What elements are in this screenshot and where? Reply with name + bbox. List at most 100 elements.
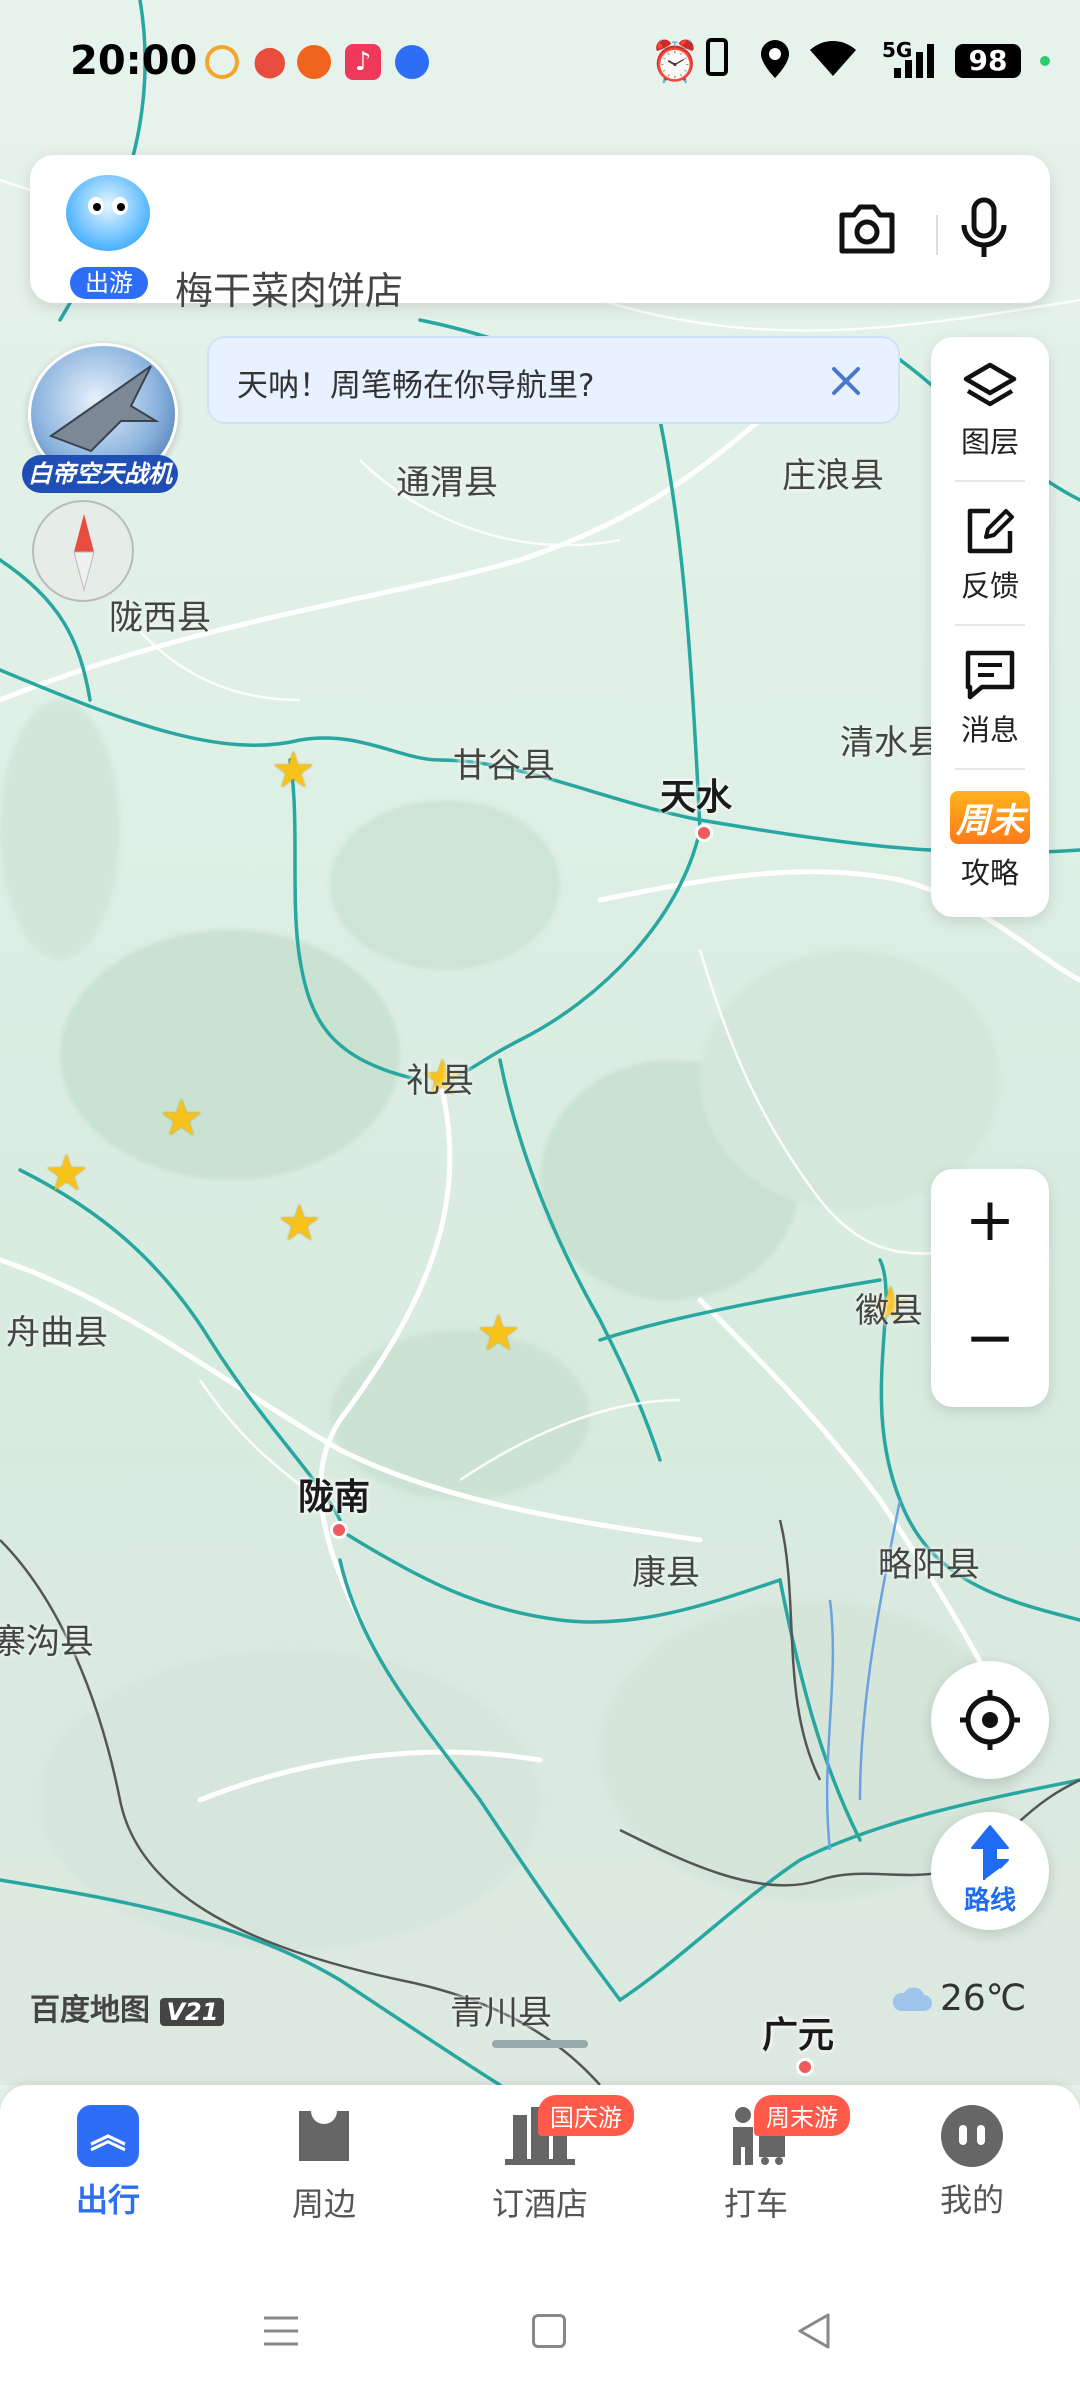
county-label[interactable]: 清水县	[840, 715, 942, 764]
nav-profile[interactable]: 我的	[892, 2105, 1052, 2221]
nav-nearby-label: 周边	[291, 2185, 356, 2223]
weather-widget[interactable]: 26℃	[890, 1978, 1026, 2019]
search-bar[interactable]: 出游 梅干菜肉饼店	[30, 155, 1050, 313]
home-icon[interactable]	[532, 2314, 566, 2348]
back-icon[interactable]	[796, 2312, 832, 2350]
county-label[interactable]: 康县	[632, 1545, 700, 1594]
layers-label: 图层	[960, 425, 1019, 459]
app-icon	[297, 45, 331, 79]
microphone-icon[interactable]	[958, 197, 1010, 259]
search-input[interactable]: 梅干菜肉饼店	[175, 260, 403, 315]
national-day-badge: 国庆游	[538, 2095, 634, 2136]
nav-taxi[interactable]: 打车 周末游	[676, 2095, 850, 2225]
music-app-icon: ♪	[345, 44, 381, 80]
compass-button[interactable]	[32, 500, 134, 602]
weekend-guide-button[interactable]: 周末 攻略	[931, 791, 1049, 892]
county-label[interactable]: 庄浪县	[782, 448, 884, 497]
avatar-caption: 出游	[70, 267, 148, 299]
city-label-longnan[interactable]: 陇南	[298, 1468, 370, 1520]
zoom-out-button[interactable]: −	[931, 1303, 1049, 1373]
promo-label: 白帝空天战机	[22, 455, 178, 493]
county-label[interactable]: 寨沟县	[0, 1614, 94, 1663]
mascot-face	[66, 175, 150, 251]
nav-travel[interactable]: ︽ 出行	[28, 2105, 188, 2221]
messages-label: 消息	[960, 713, 1019, 747]
feedback-label: 反馈	[960, 569, 1019, 603]
zoom-controls: + −	[931, 1169, 1049, 1407]
app-notification-icons: ⬤ ♪	[205, 44, 429, 80]
route-label: 路线	[963, 1886, 1016, 1916]
map-logo-version: V21	[160, 1998, 225, 2026]
county-label[interactable]: 略阳县	[878, 1537, 980, 1586]
nearby-icon	[299, 2111, 349, 2161]
nav-taxi-label: 打车	[723, 2185, 788, 2223]
route-button[interactable]: 路线	[931, 1812, 1049, 1930]
city-label-guangyuan[interactable]: 广元	[762, 2006, 834, 2058]
notification-banner[interactable]: 天呐！周笔畅在你导航里?	[207, 336, 900, 424]
layers-button[interactable]: 图层	[931, 359, 1049, 461]
crosshair-icon	[960, 1690, 1020, 1750]
city-dot	[796, 2058, 814, 2076]
battery-level: 98	[968, 44, 1008, 77]
scenic-spot-star[interactable]: ★	[277, 1198, 322, 1248]
notification-text: 天呐！周笔畅在你导航里?	[237, 368, 595, 404]
status-time: 20:00	[70, 38, 198, 84]
feedback-button[interactable]: 反馈	[931, 503, 1049, 605]
county-label[interactable]: 甘谷县	[453, 738, 555, 787]
layers-icon	[963, 362, 1017, 407]
nav-travel-label: 出行	[75, 2181, 140, 2219]
status-dot	[1040, 56, 1050, 66]
county-label[interactable]: 礼县	[406, 1053, 474, 1102]
cloud-icon	[892, 1986, 932, 2011]
divider	[955, 624, 1025, 626]
weekend-guide-icon: 周末	[950, 791, 1030, 844]
county-label[interactable]: 青川县	[450, 1985, 552, 2034]
battery-indicator: 98	[955, 44, 1021, 78]
promo-fighter-jet[interactable]: 白帝空天战机	[22, 343, 178, 493]
county-label[interactable]: 徽县	[855, 1283, 923, 1332]
weekend-trip-badge: 周末游	[754, 2095, 850, 2136]
scenic-spot-star[interactable]: ★	[476, 1308, 521, 1358]
nav-hotel-label: 订酒店	[491, 2185, 588, 2223]
status-bar: 20:00 ⬤ ♪ ⏰ 5G 98	[0, 0, 1080, 120]
close-icon[interactable]	[829, 364, 863, 398]
avatar[interactable]: 出游	[66, 175, 152, 299]
compass-icon	[73, 514, 95, 592]
scenic-spot-star[interactable]: ★	[44, 1148, 89, 1198]
map-canvas[interactable]: ★ ★ ★ ★ ★ ★ ★ 通渭县 庄浪县 陇西县 甘谷县 清水县 礼县 徽县 …	[0, 0, 1080, 2085]
feedback-icon	[967, 508, 1014, 554]
county-label[interactable]: 舟曲县	[6, 1305, 108, 1354]
map-logo-text: 百度地图	[30, 1993, 150, 2028]
profile-icon	[941, 2105, 1003, 2167]
nav-hotel[interactable]: 订酒店 国庆游	[460, 2095, 634, 2225]
map-tools-panel: 图层 反馈 消息 周末 攻略	[931, 337, 1049, 917]
locate-me-button[interactable]	[931, 1661, 1049, 1779]
nav-profile-label: 我的	[939, 2181, 1004, 2219]
city-label-tianshui[interactable]: 天水	[660, 768, 732, 820]
location-icon	[761, 40, 789, 78]
app-icon	[205, 45, 239, 79]
drag-handle[interactable]	[492, 2040, 588, 2048]
city-dot	[695, 824, 713, 842]
bottom-navigation: ︽ 出行 周边 订酒店 国庆游 打车 周末游 我的	[0, 2085, 1080, 2260]
app-icon	[395, 45, 429, 79]
county-label[interactable]: 通渭县	[396, 455, 498, 504]
messages-button[interactable]: 消息	[931, 647, 1049, 749]
divider	[955, 768, 1025, 770]
zoom-in-button[interactable]: +	[931, 1185, 1049, 1255]
divider	[936, 215, 938, 255]
map-pin-app-icon: ⬤	[253, 44, 287, 79]
nav-nearby[interactable]: 周边	[244, 2105, 404, 2225]
weekend-guide-label: 攻略	[960, 856, 1019, 890]
camera-icon[interactable]	[836, 201, 898, 255]
travel-icon: ︽	[77, 2105, 139, 2167]
vibrate-icon	[706, 38, 728, 76]
scenic-spot-star[interactable]: ★	[159, 1093, 204, 1143]
system-navigation-bar	[0, 2260, 1080, 2400]
wifi-icon	[810, 41, 856, 76]
divider	[955, 480, 1025, 482]
signal-icon	[894, 44, 934, 78]
menu-icon[interactable]	[262, 2312, 300, 2350]
scenic-spot-star[interactable]: ★	[271, 745, 316, 795]
road-network	[0, 0, 1080, 2085]
